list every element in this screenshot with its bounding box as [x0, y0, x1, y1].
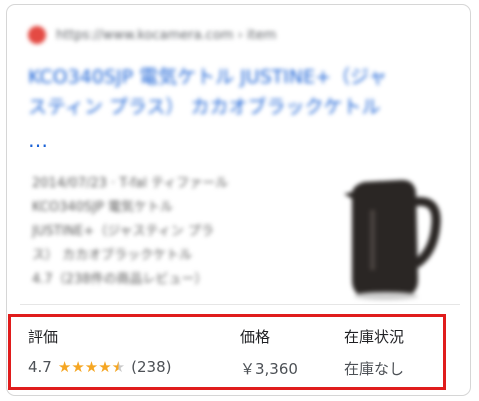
result-title-link[interactable]: KCO340SJP 電気ケトル JUSTINE+（ジャ スティン プラス） カカ… [28, 62, 448, 122]
star-icon: ★ [57, 357, 72, 376]
snippet-line: ス） カカオブラックケトル [32, 248, 193, 263]
product-thumbnail[interactable] [330, 168, 445, 303]
half-star-icon: ★ [111, 357, 126, 376]
result-snippet: 2014/07/23 · T-fal ティファール KCO340SJP 電気ケト… [32, 172, 302, 292]
rating-value: 4.7 [28, 358, 52, 376]
rating-value-row: 4.7 ★ ★ ★ ★ ★ (238) [28, 358, 171, 376]
price-header: 価格 [240, 328, 271, 346]
price-value: ￥3,360 [240, 360, 298, 378]
review-count: (238) [131, 358, 172, 376]
title-more-ellipsis: … [28, 128, 50, 152]
snippet-line: 4.7（238件の商品レビュー） [32, 272, 208, 287]
snippet-line: 2014/07/23 · T-fal ティファール [32, 176, 229, 191]
site-favicon-icon [28, 26, 46, 44]
snippet-line: JUSTINE+（ジャスティン プラ [32, 224, 214, 239]
rating-header: 評価 [28, 328, 59, 346]
rating-stars: ★ ★ ★ ★ ★ [57, 357, 126, 376]
result-url: https://www.kocamera.com › item [56, 27, 277, 43]
stock-status: 在庫なし [344, 360, 405, 378]
star-icon: ★ [71, 357, 85, 376]
section-divider [20, 304, 460, 305]
result-title-line-2: スティン プラス） カカオブラックケトル [28, 96, 381, 118]
result-source[interactable]: https://www.kocamera.com › item [28, 24, 276, 46]
stock-header: 在庫状況 [344, 328, 405, 346]
star-icon: ★ [84, 357, 99, 376]
star-icon: ★ [98, 357, 112, 376]
snippet-line: KCO340SJP 電気ケトル [32, 200, 173, 215]
result-title-line-1: KCO340SJP 電気ケトル JUSTINE+（ジャ [28, 66, 388, 88]
